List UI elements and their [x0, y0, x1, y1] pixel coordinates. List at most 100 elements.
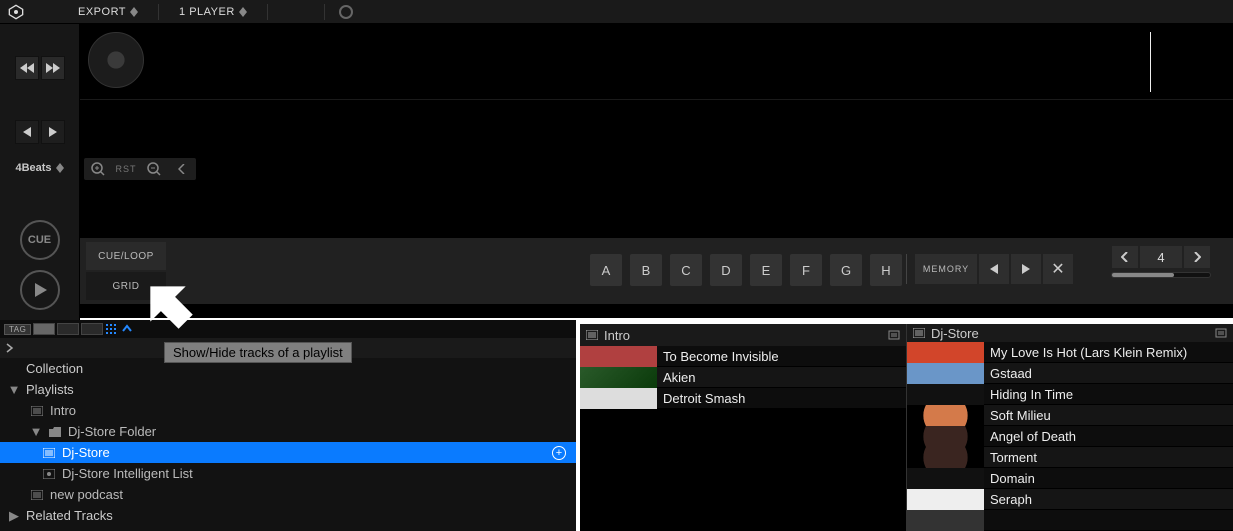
track-title: Akien	[657, 370, 906, 385]
skip-forward-button[interactable]	[41, 56, 65, 80]
list-view-icon[interactable]	[105, 323, 119, 335]
pane-header[interactable]: Dj-Store	[907, 324, 1233, 342]
memory-next-button[interactable]	[1011, 254, 1041, 284]
tooltip: Show/Hide tracks of a playlist	[164, 342, 352, 363]
track-title: Hiding In Time	[984, 387, 1233, 402]
track-row[interactable]: My Love Is Hot (Lars Klein Remix)	[907, 342, 1233, 363]
memory-controls: MEMORY ✕	[906, 254, 1073, 284]
hotcue-a[interactable]: A	[590, 254, 622, 286]
view-option-2[interactable]	[57, 323, 79, 335]
disclosure-triangle-icon[interactable]: ▶	[8, 508, 20, 524]
track-row[interactable]: Akien	[580, 367, 906, 388]
waveform-area[interactable]: RST	[80, 100, 1233, 238]
pane-menu-icon[interactable]	[1215, 326, 1227, 341]
beatjump-back-button[interactable]	[1112, 246, 1138, 268]
track-row[interactable]: Hiding In Time	[907, 384, 1233, 405]
track-title: Soft Milieu	[984, 408, 1233, 423]
beat-step-selector[interactable]: 4Beats	[15, 162, 63, 174]
track-title: Domain	[984, 471, 1233, 486]
tree-item-djstore-intelligent[interactable]: Dj-Store Intelligent List	[0, 463, 576, 484]
record-artwork	[88, 32, 144, 88]
hotcue-h[interactable]: H	[870, 254, 902, 286]
hotcue-buttons: A B C D E F G H	[590, 254, 902, 286]
waveform-back-button[interactable]	[170, 160, 194, 178]
view-option-1[interactable]	[33, 323, 55, 335]
deck-controls: CUE/LOOP GRID A B C D E F G H MEMORY ✕ 4	[80, 238, 1233, 304]
memory-prev-button[interactable]	[979, 254, 1009, 284]
playlist-icon	[42, 448, 56, 458]
hotcue-e[interactable]: E	[750, 254, 782, 286]
deck-header	[80, 24, 1233, 100]
export-label: EXPORT	[78, 6, 126, 18]
pane-menu-icon[interactable]	[888, 328, 900, 343]
zoom-reset-button[interactable]: RST	[114, 160, 138, 178]
zoom-in-button[interactable]	[86, 160, 110, 178]
beatjump-value[interactable]: 4	[1140, 246, 1182, 268]
cue-button[interactable]: CUE	[20, 220, 60, 260]
collapse-panes-icon[interactable]	[121, 323, 133, 335]
disclosure-triangle-icon[interactable]: ▼	[30, 424, 42, 439]
playlist-icon	[913, 326, 925, 341]
tag-badge[interactable]: TAG	[4, 324, 31, 335]
skip-back-button[interactable]	[15, 56, 39, 80]
folder-icon	[48, 427, 62, 437]
zoom-out-button[interactable]	[142, 160, 166, 178]
top-bar: EXPORT 1 PLAYER	[0, 0, 1233, 24]
track-artwork	[907, 468, 984, 489]
track-title: Gstaad	[984, 366, 1233, 381]
pane-header[interactable]: Intro	[580, 324, 906, 346]
x-icon: ✕	[1051, 259, 1064, 279]
separator	[158, 4, 159, 20]
memory-button[interactable]: MEMORY	[915, 254, 977, 284]
playlist-panes: Intro To Become Invisible Akien Detroit …	[580, 320, 1233, 531]
beatjump-slider[interactable]	[1111, 272, 1211, 278]
tab-grid[interactable]: GRID	[86, 272, 166, 300]
export-dropdown[interactable]: EXPORT	[72, 4, 144, 20]
record-button[interactable]	[339, 5, 353, 19]
view-option-3[interactable]	[81, 323, 103, 335]
hotcue-g[interactable]: G	[830, 254, 862, 286]
memory-delete-button[interactable]: ✕	[1043, 254, 1073, 284]
updown-icon	[56, 163, 64, 173]
track-row[interactable]	[907, 510, 1233, 531]
browser-tree: Collection ▼ Playlists Intro ▼ Dj-Store …	[0, 358, 576, 531]
track-row[interactable]: Seraph	[907, 489, 1233, 510]
hotcue-c[interactable]: C	[670, 254, 702, 286]
track-row[interactable]: Soft Milieu	[907, 405, 1233, 426]
updown-icon	[130, 7, 138, 17]
track-row[interactable]: Detroit Smash	[580, 388, 906, 409]
tree-related-tracks[interactable]: ▶ Related Tracks	[0, 505, 576, 526]
nudge-back-button[interactable]	[15, 120, 39, 144]
hotcue-d[interactable]: D	[710, 254, 742, 286]
tab-cueloop[interactable]: CUE/LOOP	[86, 242, 166, 270]
track-artwork	[580, 346, 657, 367]
hotcue-b[interactable]: B	[630, 254, 662, 286]
tree-item-djstore-folder[interactable]: ▼ Dj-Store Folder	[0, 421, 576, 442]
track-row[interactable]: Angel of Death	[907, 426, 1233, 447]
add-icon[interactable]: +	[552, 446, 566, 460]
track-artwork	[907, 447, 984, 468]
hotcue-f[interactable]: F	[790, 254, 822, 286]
beatjump-forward-button[interactable]	[1184, 246, 1210, 268]
track-row[interactable]: To Become Invisible	[580, 346, 906, 367]
track-artwork	[907, 384, 984, 405]
tree-item-intro[interactable]: Intro	[0, 400, 576, 421]
zoom-controls: RST	[84, 158, 196, 180]
track-artwork	[907, 405, 984, 426]
track-title: To Become Invisible	[657, 349, 906, 364]
disclosure-triangle-icon[interactable]: ▼	[8, 382, 20, 397]
track-row[interactable]: Domain	[907, 468, 1233, 489]
tree-item-djstore[interactable]: Dj-Store +	[0, 442, 576, 463]
tree-playlists[interactable]: ▼ Playlists	[0, 379, 576, 400]
players-dropdown[interactable]: 1 PLAYER	[173, 4, 253, 20]
track-row[interactable]: Torment	[907, 447, 1233, 468]
track-title: My Love Is Hot (Lars Klein Remix)	[984, 345, 1233, 360]
play-button[interactable]	[20, 270, 60, 310]
playlist-icon	[586, 328, 598, 343]
track-title: Torment	[984, 450, 1233, 465]
tree-item-newpodcast[interactable]: new podcast	[0, 484, 576, 505]
beat-jump-controls: 4	[1111, 246, 1211, 278]
track-row[interactable]: Gstaad	[907, 363, 1233, 384]
smart-playlist-icon	[42, 469, 56, 479]
nudge-forward-button[interactable]	[41, 120, 65, 144]
